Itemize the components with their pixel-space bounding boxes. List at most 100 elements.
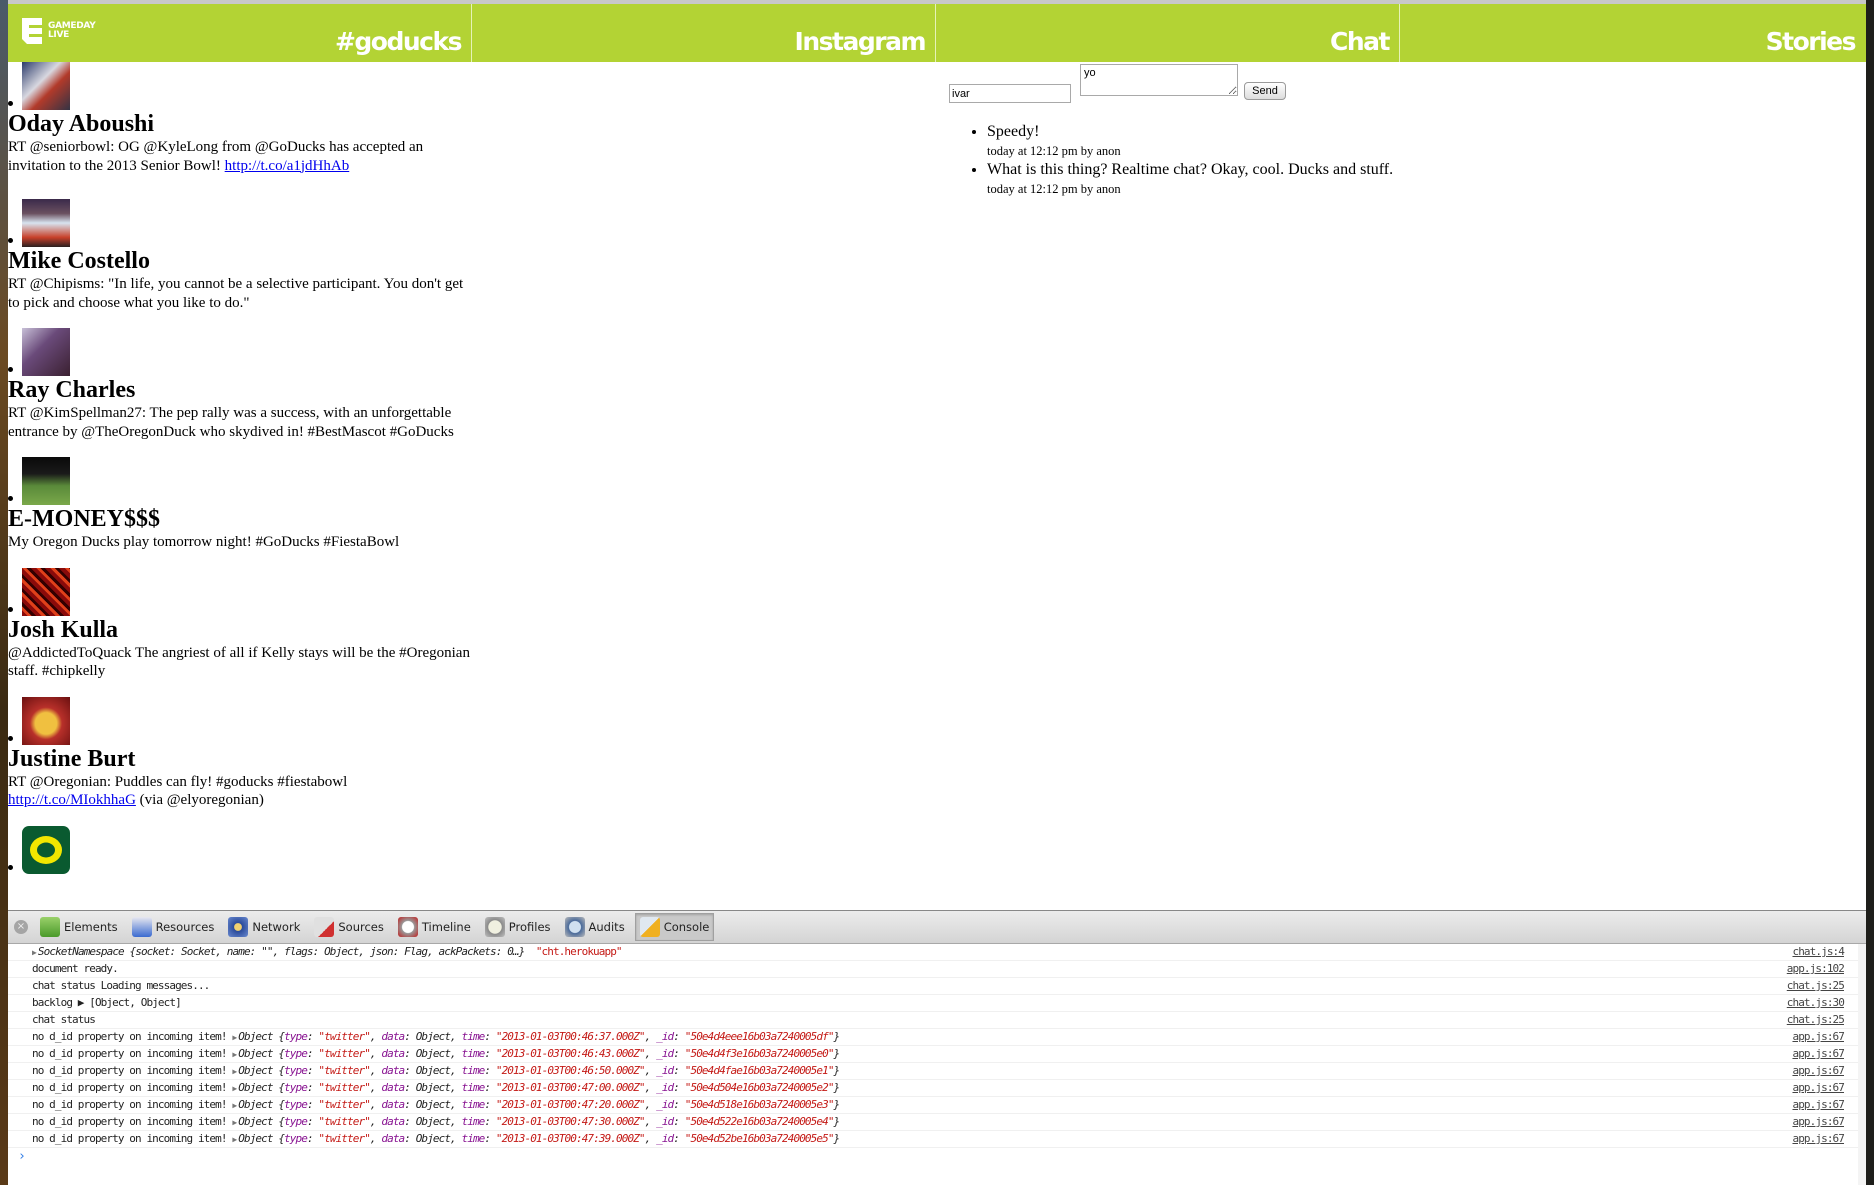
devtools-tab-label: Resources [155, 920, 215, 934]
oregon-o-logo-avatar[interactable] [22, 825, 70, 874]
tweet-item: Oday Aboushi RT @seniorbowl: OG @KyleLong… [8, 62, 478, 175]
console-source-link[interactable]: app.js:67 [1792, 1131, 1844, 1147]
console-scrollbar[interactable] [1858, 944, 1866, 1185]
nav-column-goducks[interactable]: GAMEDAY LIVE #goducks [8, 4, 472, 62]
console-source-link[interactable]: app.js:67 [1792, 1029, 1844, 1045]
nav-stories[interactable]: Stories [1766, 27, 1857, 56]
console-value-time: "2013-01-03T00:47:30.000Z" [495, 1115, 646, 1128]
expand-triangle-icon[interactable]: ▶ [232, 1067, 237, 1076]
console-row: no d_id property on incoming item! ▶ Obje… [8, 1046, 1866, 1063]
expand-triangle-icon[interactable]: ▶ [232, 1118, 237, 1127]
console-key: data [381, 1064, 405, 1077]
gameday-live-logo[interactable]: GAMEDAY LIVE [22, 18, 96, 44]
football-players-avatar[interactable] [22, 62, 70, 110]
console-source-link[interactable]: app.js:67 [1792, 1097, 1844, 1113]
console-value-type: "twitter" [318, 1081, 370, 1094]
console-key: type [284, 1064, 308, 1077]
devtools-tab-elements[interactable]: Elements [36, 914, 122, 940]
nav-instagram[interactable]: Instagram [795, 27, 927, 56]
send-button[interactable]: Send [1244, 82, 1286, 100]
nav-goducks[interactable]: #goducks [335, 27, 463, 56]
devtools-tab-network[interactable]: Network [224, 914, 304, 940]
soccer-field-avatar[interactable] [22, 457, 70, 505]
close-devtools-icon[interactable]: × [14, 920, 28, 934]
console-value-time-text: 2013-01-03T00:47:30.000Z [501, 1115, 640, 1128]
console-key: time [461, 1115, 486, 1128]
expand-triangle-icon[interactable]: ▶ [232, 1135, 237, 1144]
console-row: backlog ▶ [Object, Object] chat.js:30 [8, 995, 1866, 1012]
expand-triangle-icon[interactable]: ▶ [32, 948, 37, 957]
console-key: time [461, 1132, 486, 1145]
devtools-tab-resources[interactable]: Resources [128, 914, 219, 940]
console-key: _id [656, 1115, 674, 1128]
console-source-link[interactable]: app.js:67 [1792, 1114, 1844, 1130]
console-source-link[interactable]: app.js:67 [1792, 1046, 1844, 1062]
devtools-tab-label: Console [663, 920, 710, 934]
console-string: "cht.herokuapp" [535, 945, 623, 958]
chat-name-input[interactable] [949, 84, 1071, 103]
console-object-name[interactable]: SocketNamespace [38, 945, 125, 958]
console-message: no d_id property on incoming item! [32, 1081, 227, 1094]
site-header: GAMEDAY LIVE #goducks Instagram Chat Sto… [8, 4, 1866, 62]
tweet-author: Mike Costello [8, 248, 150, 274]
console-object-label[interactable]: Object [238, 1047, 273, 1060]
console-object-label[interactable]: Object [238, 1064, 273, 1077]
devtools-tab-profiles[interactable]: Profiles [481, 914, 555, 940]
console-key: data [381, 1047, 405, 1060]
console-key: data [381, 1132, 405, 1145]
nav-column-instagram[interactable]: Instagram [472, 4, 936, 62]
console-source-link[interactable]: chat.js:25 [1787, 1012, 1845, 1028]
console-object-label[interactable]: Object [238, 1115, 273, 1128]
console-source-link[interactable]: chat.js:30 [1787, 995, 1845, 1011]
nav-chat[interactable]: Chat [1330, 27, 1390, 56]
tweet-text: @AddictedToQuack The angriest of all if … [8, 644, 478, 681]
chat-message-input[interactable]: yo [1080, 64, 1238, 96]
console-object-label[interactable]: Object [238, 1132, 273, 1145]
devtools-tab-timeline[interactable]: Timeline [394, 914, 475, 940]
tweet-avatar-row [8, 457, 478, 505]
console-source-link[interactable]: chat.js:4 [1792, 944, 1844, 960]
console-object-label[interactable]: Object [238, 1030, 273, 1043]
chat-message-meta: today at 12:12 pm by anon [987, 182, 1121, 196]
purple-photo-avatar[interactable] [22, 328, 70, 376]
tweet-avatar-row [8, 825, 478, 874]
console-message: no d_id property on incoming item! [32, 1132, 227, 1145]
tweet-item: Justine Burt RT @Oregonian: Puddles can f… [8, 696, 478, 810]
devtools-tab-console[interactable]: Console [634, 913, 715, 941]
tweet-link[interactable]: http://t.co/a1jdHhAb [225, 158, 350, 174]
devtools-tab-sources[interactable]: Sources [310, 914, 388, 940]
console-value-time-text: 2013-01-03T00:46:37.000Z [501, 1030, 640, 1043]
tweet-item: Josh Kulla @AddictedToQuack The angriest … [8, 567, 478, 681]
nav-column-stories[interactable]: Stories [1400, 4, 1865, 62]
expand-triangle-icon[interactable]: ▶ [232, 1084, 237, 1093]
console-value-time: "2013-01-03T00:46:43.000Z" [495, 1047, 646, 1060]
tweet-author: Justine Burt [8, 745, 136, 772]
network-icon [228, 917, 249, 937]
expand-triangle-icon[interactable]: ▶ [232, 1101, 237, 1110]
tweet-item [8, 825, 478, 874]
devtools-tab-audits[interactable]: Audits [561, 914, 629, 940]
console-object-body: {socket: Socket, name: "", flags: Object… [129, 945, 526, 958]
tweet-link[interactable]: http://t.co/MIokhhaG [8, 792, 136, 808]
console-value-time-text: 2013-01-03T00:46:43.000Z [501, 1047, 640, 1060]
desktop-background-left [0, 0, 8, 1185]
console-prompt[interactable]: › [8, 1148, 1866, 1166]
tweet-avatar-row [8, 567, 478, 616]
console-source-link[interactable]: app.js:102 [1787, 961, 1845, 977]
console-source-link[interactable]: chat.js:25 [1787, 978, 1845, 994]
console-source-link[interactable]: app.js:67 [1792, 1063, 1844, 1079]
console-source-link[interactable]: app.js:67 [1792, 1080, 1844, 1096]
console-row: ▶ SocketNamespace {socket: Socket, name: … [8, 944, 1866, 961]
console-object-label[interactable]: Object [238, 1098, 273, 1111]
couple-photo-avatar[interactable] [22, 199, 70, 247]
expand-triangle-icon[interactable]: ▶ [232, 1033, 237, 1042]
list-bullet [8, 238, 13, 243]
console-object-label[interactable]: Object [238, 1081, 273, 1094]
nav-column-chat[interactable]: Chat [936, 4, 1400, 62]
console-message: no d_id property on incoming item! [32, 1064, 227, 1077]
console-value-id-text: 50e4d4f3e16b03a7240005e0 [690, 1047, 828, 1060]
gold-crest-avatar[interactable] [22, 696, 70, 745]
expand-triangle-icon[interactable]: ▶ [232, 1050, 237, 1059]
red-pattern-avatar[interactable] [22, 567, 70, 616]
console-value-id: "50e4d504e16b03a7240005e2" [684, 1081, 835, 1094]
